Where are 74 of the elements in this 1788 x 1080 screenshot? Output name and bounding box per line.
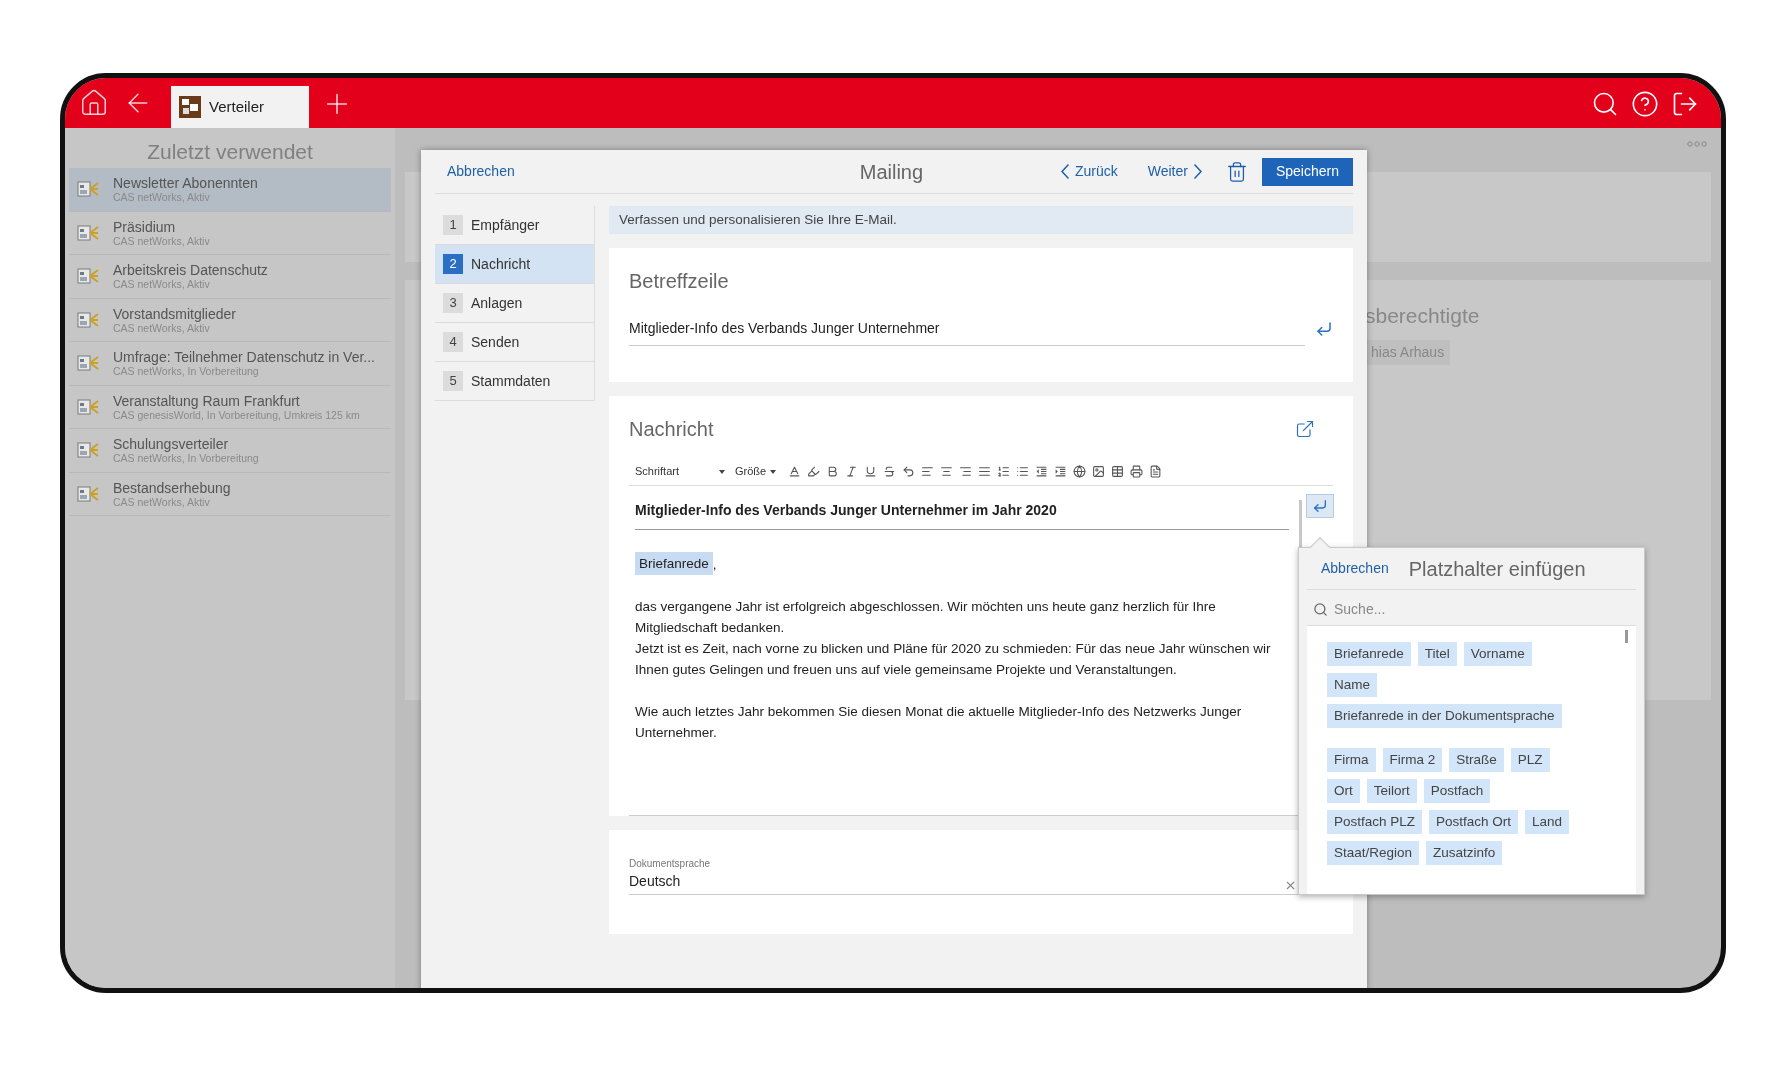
save-button[interactable]: Speichern [1261, 157, 1353, 186]
placeholder-chip[interactable]: Firma [1327, 748, 1376, 772]
field-value: Deutsch [629, 872, 682, 891]
field-label: Dokumentsprache [629, 857, 712, 871]
sidebar-item[interactable]: Präsidium CAS netWorks, Aktiv [69, 211, 391, 255]
step-label: Empfänger [471, 215, 540, 235]
item-subtitle: CAS netWorks, Aktiv [113, 321, 210, 334]
item-name: Veranstaltung Raum Frankfurt [113, 392, 301, 409]
placeholder-chip[interactable]: Titel [1417, 642, 1457, 666]
message-heading: Mitglieder-Info des Verbands Junger Unternehmer im Jahr 2020 [635, 494, 1289, 530]
next-button[interactable]: Weiter [1147, 161, 1202, 182]
search-field[interactable]: Suche... [1334, 599, 1534, 620]
item-subtitle: CAS netWorks, Aktiv [113, 495, 210, 508]
size-dropdown[interactable]: Größe [735, 463, 777, 480]
panel-heading: sberechtigte [1365, 303, 1480, 329]
item-name: Arbeitskreis Datenschutz [113, 262, 268, 279]
placeholder-chip[interactable]: Postfach [1423, 779, 1491, 803]
step-number: 2 [443, 254, 463, 274]
placeholder-chip[interactable]: Land [1525, 810, 1570, 834]
placeholder-chip[interactable]: Postfach PLZ [1327, 810, 1423, 834]
step-item[interactable]: 4 Senden [435, 323, 594, 362]
step-item[interactable]: 3 Anlagen [435, 284, 594, 323]
item-subtitle: CAS netWorks, Aktiv [113, 191, 211, 204]
sidebar-item[interactable]: Arbeitskreis Datenschutz CAS netWorks, Aktiv [69, 255, 391, 299]
step-number: 1 [443, 215, 463, 235]
hint-banner: Verfassen und personalisieren Sie Ihre E-Mail. [609, 206, 1353, 234]
item-subtitle: CAS netWorks, Aktiv [113, 234, 210, 247]
step-label: Stammdaten [471, 371, 551, 391]
placeholder-chip[interactable]: PLZ [1510, 748, 1550, 772]
sidebar-item[interactable]: Newsletter Abonennten CAS netWorks, Aktiv [69, 168, 391, 212]
sidebar-item[interactable]: Bestandserhebung CAS netWorks, Aktiv [69, 472, 391, 516]
step-number: 3 [443, 293, 463, 313]
item-name: Umfrage: Teilnehmer Datenschutz in Ver... [113, 349, 375, 366]
step-label: Anlagen [471, 293, 523, 313]
font-dropdown[interactable]: Schriftart [635, 463, 727, 480]
message-paragraph: Jetzt ist es Zeit, nach vorne zu blicken und Pläne für 2020 zu schmieden: Für das neue Jahr wünschen wir Ihnen gutes Gelingen und freuen uns auf viele gemeinsame Projekte und Veranstaltungen. [635, 640, 1272, 679]
placeholder-chip[interactable]: Briefanrede in der Dokumentsprache [1327, 704, 1562, 728]
message-paragraph: Wie auch letztes Jahr bekommen Sie diesen Monat die aktuelle Mitglieder-Info des Netzwerks Junger Unternehmer. [635, 703, 1243, 742]
item-name: Bestandserhebung [113, 479, 231, 496]
sidebar-title: Zuletzt verwendet [146, 139, 314, 165]
card-title: Betreffzeile [629, 269, 730, 294]
placeholder-chip[interactable]: Briefanrede [1327, 642, 1411, 666]
comma: , [712, 556, 717, 574]
placeholder-chip[interactable]: Postfach Ort [1429, 810, 1519, 834]
sidebar-item[interactable]: Vorstandsmitglieder CAS netWorks, Aktiv [69, 298, 391, 342]
placeholder-chip[interactable]: Vorname [1463, 642, 1532, 666]
placeholder-chip: Briefanrede [635, 552, 713, 575]
placeholder-chip[interactable]: Straße [1449, 748, 1504, 772]
cancel-link[interactable]: Abbrechen [447, 161, 515, 182]
step-number: 4 [443, 332, 463, 352]
placeholder-chip[interactable]: Teilort [1366, 779, 1417, 803]
subject-field[interactable]: Mitglieder-Info des Verbands Junger Unternehmer [629, 318, 1305, 346]
placeholder-chip[interactable]: Zusatzinfo [1426, 841, 1503, 865]
card-title: Nachricht [629, 417, 714, 442]
message-paragraph: das vergangene Jahr ist erfolgreich abgeschlossen. Wir möchten uns heute ganz herzlich für Ihre Mitgliedschaft bedanken. [635, 598, 1217, 637]
dialog-title: Mailing [859, 159, 924, 185]
item-name: Präsidium [113, 218, 177, 235]
cancel-link[interactable]: Abbrechen [1321, 558, 1389, 579]
item-name: Newsletter Abonennten [113, 175, 258, 192]
step-label: Senden [471, 332, 520, 352]
placeholder-chip[interactable]: Firma 2 [1382, 748, 1443, 772]
popup-title: Platzhalter einfügen [1408, 556, 1586, 582]
item-name: Vorstandsmitglieder [113, 305, 236, 322]
step-number: 5 [443, 371, 463, 391]
placeholder-chip[interactable]: Name [1327, 673, 1377, 697]
back-button[interactable]: Zurück [1060, 161, 1118, 182]
placeholder-chip[interactable]: Ort [1327, 779, 1360, 803]
step-item[interactable]: 5 Stammdaten [435, 362, 594, 401]
step-label: Nachricht [471, 254, 531, 274]
item-subtitle: CAS netWorks, Aktiv [113, 278, 211, 291]
placeholder-chip[interactable]: Staat/Region [1327, 841, 1420, 865]
tab[interactable]: Verteiler [171, 86, 309, 128]
step-item[interactable]: 2 Nachricht [435, 245, 594, 284]
item-name: Schulungsverteiler [113, 436, 230, 453]
